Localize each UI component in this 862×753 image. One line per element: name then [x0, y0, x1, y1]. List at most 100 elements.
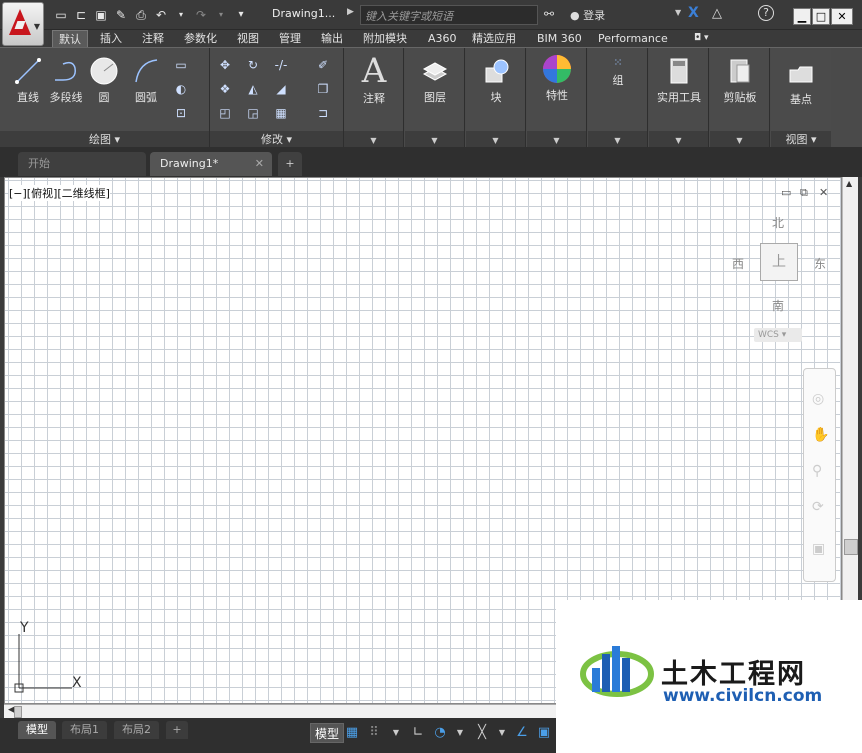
- view-panel-label[interactable]: 视图 ▾: [771, 131, 831, 148]
- tab-view[interactable]: 视图: [231, 30, 265, 47]
- tab-layout1[interactable]: 布局1: [62, 721, 107, 739]
- customize-qat-icon[interactable]: ▾: [232, 6, 250, 24]
- grid-icon[interactable]: ▦: [344, 725, 360, 741]
- clipboard-expand-icon[interactable]: ▼: [710, 131, 769, 148]
- orbit-icon[interactable]: ⟳: [812, 499, 824, 515]
- compass-north[interactable]: 北: [772, 214, 784, 231]
- trim-icon[interactable]: -/-: [272, 56, 290, 74]
- hscroll-thumb[interactable]: [14, 706, 22, 718]
- polar-dropdown-icon[interactable]: ▼: [452, 725, 468, 741]
- base-point-button[interactable]: 基点: [779, 58, 823, 107]
- tab-output[interactable]: 输出: [315, 30, 349, 47]
- polar-icon[interactable]: ◔: [432, 725, 448, 741]
- rectangle-icon[interactable]: ▭: [172, 56, 190, 74]
- ortho-icon[interactable]: ∟: [410, 725, 426, 741]
- utilities-expand-icon[interactable]: ▼: [649, 131, 708, 148]
- layers-button[interactable]: 图层: [415, 56, 455, 105]
- scale-icon[interactable]: ◲: [244, 104, 262, 122]
- pan-icon[interactable]: ✋: [812, 427, 829, 443]
- save-as-icon[interactable]: ✎: [112, 6, 130, 24]
- tab-a360[interactable]: A360: [422, 30, 463, 47]
- tab-start[interactable]: 开始: [18, 152, 146, 176]
- draw-panel-label[interactable]: 绘图 ▾: [0, 131, 209, 148]
- rotate-icon[interactable]: ↻: [244, 56, 262, 74]
- region-icon[interactable]: ⊡: [172, 104, 190, 122]
- snap-dropdown-icon[interactable]: ▼: [388, 725, 404, 741]
- showmotion-icon[interactable]: ▣: [812, 541, 825, 557]
- viewport-restore-icon[interactable]: ⧉: [800, 186, 808, 200]
- undo-dropdown-icon[interactable]: ▾: [172, 6, 190, 24]
- horizontal-scrollbar[interactable]: ◀: [4, 704, 556, 718]
- properties-expand-icon[interactable]: ▼: [527, 131, 586, 148]
- block-button[interactable]: 块: [476, 56, 516, 105]
- compass-south[interactable]: 南: [772, 297, 784, 314]
- offset-icon[interactable]: ⊐: [314, 104, 332, 122]
- object-snap-tracking-icon[interactable]: ∠: [514, 725, 530, 741]
- line-button[interactable]: 直线: [8, 56, 48, 105]
- layers-expand-icon[interactable]: ▼: [405, 131, 464, 148]
- isodraft-icon[interactable]: ╳: [474, 725, 490, 741]
- polyline-button[interactable]: 多段线: [46, 56, 86, 105]
- wcs-dropdown[interactable]: WCS ▾: [754, 328, 802, 342]
- tab-default[interactable]: 默认: [52, 30, 88, 47]
- tab-manage[interactable]: 管理: [273, 30, 307, 47]
- viewport-close-icon[interactable]: ✕: [819, 186, 828, 199]
- tab-insert[interactable]: 插入: [94, 30, 128, 47]
- viewport-minimize-icon[interactable]: ▭: [781, 186, 791, 199]
- mirror-icon[interactable]: ◭: [244, 80, 262, 98]
- redo-icon[interactable]: ↷: [192, 6, 210, 24]
- array-icon[interactable]: ▦: [272, 104, 290, 122]
- search-input[interactable]: 键入关键字或短语: [360, 5, 538, 25]
- model-space-button[interactable]: 模型: [310, 723, 345, 743]
- add-layout-button[interactable]: +: [166, 721, 188, 739]
- help-icon[interactable]: ?: [758, 5, 774, 21]
- save-icon[interactable]: ▣: [92, 6, 110, 24]
- move-icon[interactable]: ✥: [216, 56, 234, 74]
- new-tab-button[interactable]: +: [278, 152, 302, 176]
- block-expand-icon[interactable]: ▼: [466, 131, 525, 148]
- steering-wheel-icon[interactable]: ◎: [812, 391, 824, 407]
- arc-button[interactable]: 圆弧: [126, 56, 166, 105]
- open-file-icon[interactable]: ⊏: [72, 6, 90, 24]
- redo-dropdown-icon[interactable]: ▾: [212, 6, 230, 24]
- application-menu-button[interactable]: ▼: [2, 2, 44, 46]
- scroll-thumb[interactable]: [844, 539, 858, 555]
- tab-annotate[interactable]: 注释: [136, 30, 170, 47]
- close-button[interactable]: ✕: [831, 8, 853, 25]
- fillet-icon[interactable]: ◢: [272, 80, 290, 98]
- annotation-button[interactable]: A 注释: [354, 52, 394, 106]
- sign-in-dropdown-icon[interactable]: ▼: [675, 8, 681, 17]
- utilities-button[interactable]: 实用工具: [653, 56, 705, 105]
- new-file-icon[interactable]: ▭: [52, 6, 70, 24]
- zoom-icon[interactable]: ⚲: [812, 463, 822, 479]
- annotation-expand-icon[interactable]: ▼: [344, 131, 403, 148]
- erase-icon[interactable]: ✐: [314, 56, 332, 74]
- properties-button[interactable]: 特性: [537, 54, 577, 103]
- tab-parametric[interactable]: 参数化: [178, 30, 223, 47]
- explode-icon[interactable]: ❐: [314, 80, 332, 98]
- modify-panel-label[interactable]: 修改 ▾: [210, 131, 343, 148]
- minimize-button[interactable]: ▁: [793, 8, 811, 25]
- compass-east[interactable]: 东: [814, 255, 826, 272]
- tab-performance[interactable]: Performance: [592, 30, 674, 47]
- clipboard-button[interactable]: 剪贴板: [714, 56, 766, 105]
- binoculars-icon[interactable]: ⚯: [544, 7, 554, 21]
- groups-expand-icon[interactable]: ▼: [588, 131, 647, 148]
- undo-icon[interactable]: ↶: [152, 6, 170, 24]
- scroll-up-icon[interactable]: ▲: [846, 179, 852, 188]
- ribbon-minimize-icon[interactable]: ◘ ▾: [688, 30, 715, 47]
- viewcube-top-face[interactable]: 上: [760, 243, 798, 281]
- tab-addins[interactable]: 附加模块: [357, 30, 413, 47]
- compass-west[interactable]: 西: [732, 255, 744, 272]
- tab-layout2[interactable]: 布局2: [114, 721, 159, 739]
- expand-arrow-icon[interactable]: ▶: [347, 7, 354, 17]
- a360-icon[interactable]: △: [712, 6, 722, 21]
- tab-model[interactable]: 模型: [18, 721, 56, 739]
- viewport-controls-label[interactable]: [−][俯视][二维线框]: [9, 185, 110, 201]
- tab-drawing1[interactable]: Drawing1* ✕: [150, 152, 272, 176]
- maximize-button[interactable]: □: [812, 8, 830, 25]
- sign-in-button[interactable]: ● 登录: [570, 7, 605, 23]
- copy-icon[interactable]: ❖: [216, 80, 234, 98]
- print-icon[interactable]: ⎙: [132, 6, 150, 24]
- tab-bim360[interactable]: BIM 360: [531, 30, 588, 47]
